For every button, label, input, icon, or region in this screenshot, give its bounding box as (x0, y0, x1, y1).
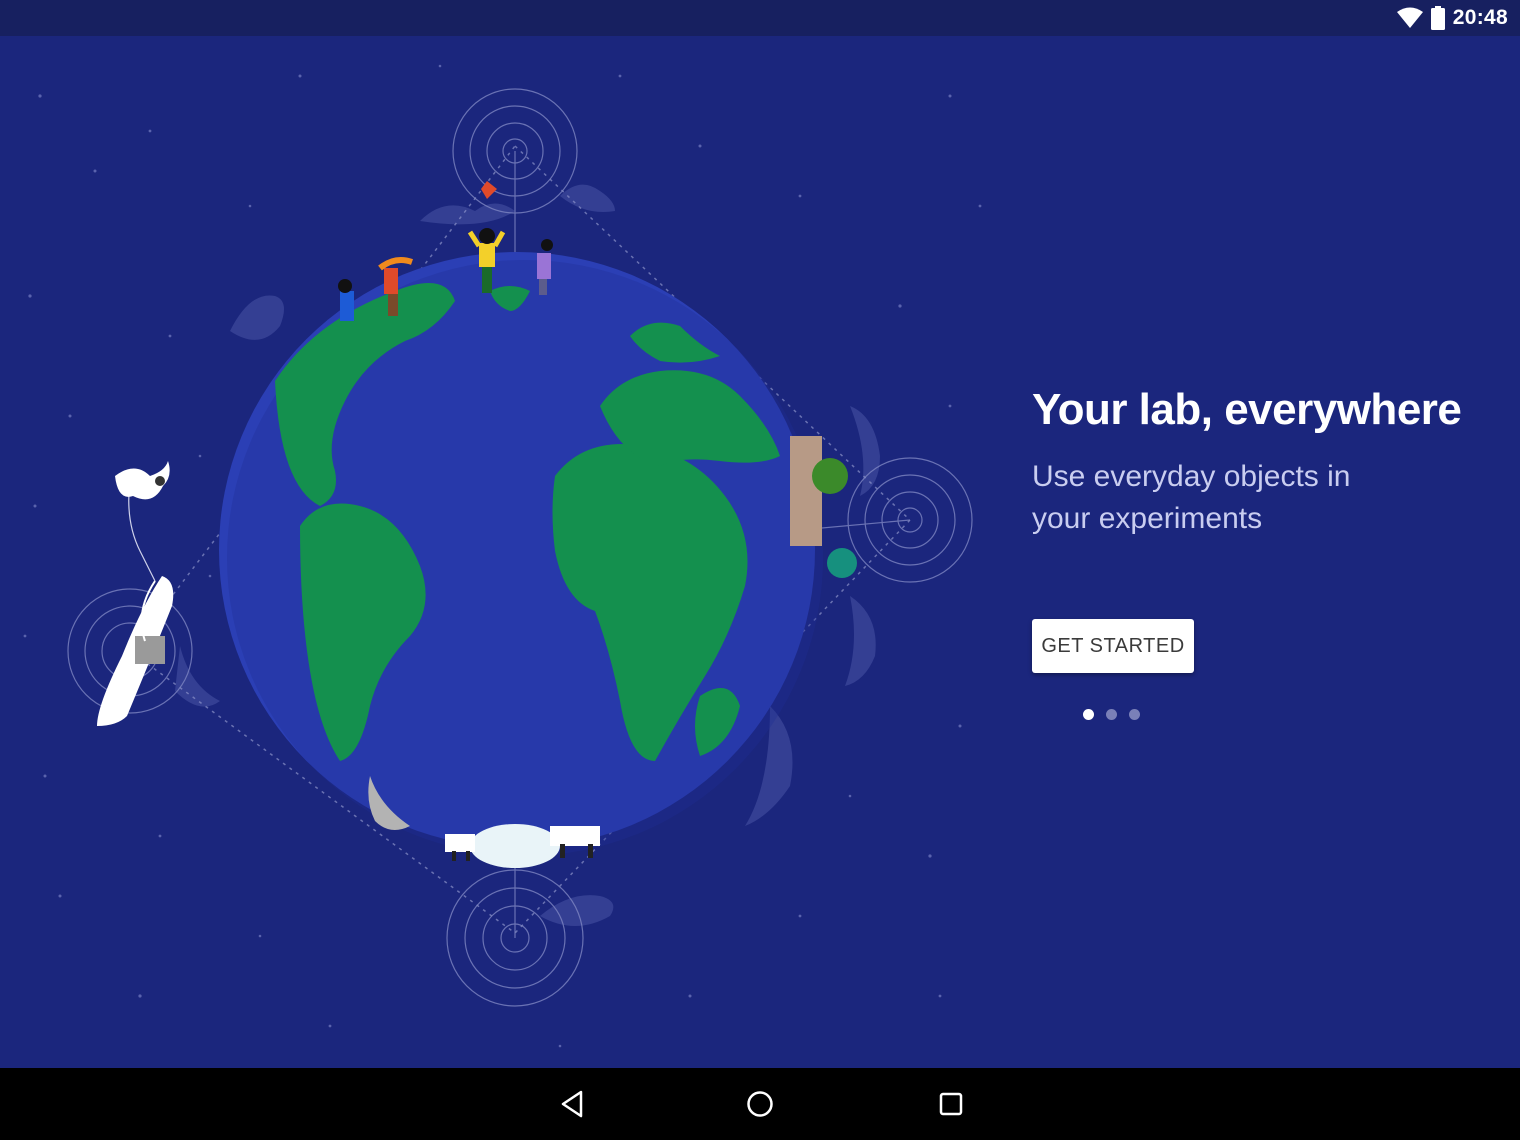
globe-illustration (23, 64, 982, 1048)
space-shuttle (97, 480, 174, 726)
astronaut (115, 461, 170, 500)
page-dot-active[interactable] (1083, 709, 1094, 720)
page-dot[interactable] (1129, 709, 1140, 720)
get-started-button[interactable]: GET STARTED (1032, 619, 1194, 673)
status-bar: 20:48 (0, 0, 1520, 36)
recents-button[interactable] (931, 1086, 971, 1122)
home-icon (747, 1091, 773, 1117)
back-icon (561, 1090, 583, 1118)
onboarding-subtitle: Use everyday objects in your experiments (1032, 460, 1351, 536)
back-button[interactable] (552, 1086, 592, 1122)
status-time: 20:48 (1452, 6, 1508, 29)
main-content: Your lab, everywhere Use everyday object… (0, 36, 1520, 1068)
home-button[interactable] (740, 1086, 780, 1122)
navigation-bar (0, 1068, 1520, 1140)
onboarding-text: Your lab, everywhere Use everyday object… (1032, 385, 1502, 540)
page-dot[interactable] (1106, 709, 1117, 720)
page-indicator (1083, 709, 1140, 720)
globe (219, 252, 823, 856)
wifi-icon (1396, 7, 1423, 29)
recents-icon (939, 1092, 963, 1116)
battery-icon (1430, 6, 1445, 30)
onboarding-title: Your lab, everywhere (1032, 385, 1462, 434)
person-blue (338, 279, 354, 321)
